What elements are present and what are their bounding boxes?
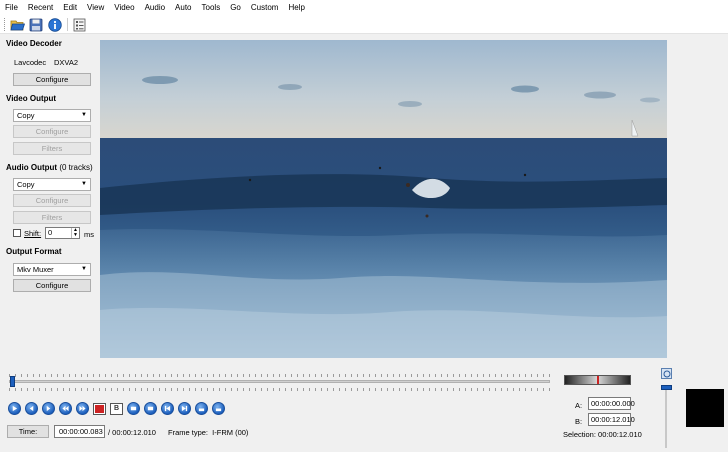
go-to-start-icon[interactable] (161, 402, 174, 415)
video-preview[interactable] (100, 40, 667, 358)
menu-edit[interactable]: Edit (58, 0, 82, 16)
timeline-ticks-bottom (9, 388, 550, 391)
previous-black-frame-icon[interactable] (127, 402, 140, 415)
next-frame-icon[interactable] (42, 402, 55, 415)
set-marker-a-icon[interactable] (93, 402, 106, 415)
toolbar-separator (67, 18, 68, 31)
timeline-track[interactable] (9, 380, 550, 383)
time-button[interactable]: Time: (7, 425, 49, 438)
menu-view[interactable]: View (82, 0, 109, 16)
selection-duration: Selection: 00:00:12.010 (563, 430, 642, 439)
timeline-ticks-top (9, 374, 550, 377)
menu-custom[interactable]: Custom (246, 0, 284, 16)
menu-go[interactable]: Go (225, 0, 246, 16)
output-format-title: Output Format (6, 247, 62, 256)
preview-box (686, 389, 724, 427)
playback-controls: B (8, 402, 225, 415)
menu-file[interactable]: File (0, 0, 23, 16)
chevron-down-icon: ▼ (81, 112, 87, 118)
left-panel: Video Decoder Lavcodec DXVA2 Configure V… (0, 34, 99, 364)
jog-shuttle-indicator (597, 376, 599, 384)
menu-audio[interactable]: Audio (140, 0, 170, 16)
audio-output-header: Audio Output (0 tracks) (6, 163, 93, 172)
go-to-marker-b-icon[interactable] (212, 402, 225, 415)
chevron-down-icon: ▼ (81, 181, 87, 187)
menu-recent[interactable]: Recent (23, 0, 58, 16)
decoder-name: Lavcodec (14, 58, 47, 67)
menubar: File Recent Edit View Video Audio Auto T… (0, 0, 728, 16)
frame-type: Frame type: I-FRM (00) (168, 428, 249, 437)
menu-tools[interactable]: Tools (197, 0, 226, 16)
open-folder-icon[interactable] (9, 17, 25, 32)
video-codec-select[interactable]: Copy ▼ (13, 109, 91, 122)
menu-video[interactable]: Video (109, 0, 139, 16)
marker-a-field[interactable]: 00:00:00.000 (588, 397, 635, 410)
next-black-frame-icon[interactable] (144, 402, 157, 415)
video-filters-button[interactable]: Filters (13, 142, 91, 155)
muxer-configure-button[interactable]: Configure (13, 279, 91, 292)
previous-frame-icon[interactable] (25, 402, 38, 415)
menu-help[interactable]: Help (283, 0, 309, 16)
set-marker-b-icon[interactable]: B (110, 402, 123, 415)
marker-b-field[interactable]: 00:00:12.010 (588, 413, 635, 426)
audio-codec-select[interactable]: Copy ▼ (13, 178, 91, 191)
info-icon[interactable] (47, 17, 63, 32)
decoder-hw: DXVA2 (54, 58, 79, 67)
chevron-down-icon: ▼ (81, 266, 87, 272)
current-time-field[interactable]: 00:00:00.083 (54, 425, 105, 438)
go-to-marker-a-icon[interactable] (195, 402, 208, 415)
audio-output-title: Audio Output (6, 163, 58, 172)
marker-b-label: B: (575, 417, 583, 426)
menu-auto[interactable]: Auto (170, 0, 196, 16)
video-codec-value: Copy (17, 111, 35, 120)
shift-unit: ms (84, 230, 94, 239)
video-output-title: Video Output (6, 94, 57, 103)
save-icon[interactable] (28, 17, 44, 32)
muxer-value: Mkv Muxer (17, 265, 54, 274)
go-to-end-icon[interactable] (178, 402, 191, 415)
properties-icon[interactable] (71, 17, 87, 32)
video-frame-image (100, 40, 667, 358)
previous-keyframe-icon[interactable] (59, 402, 72, 415)
volume-icon[interactable] (661, 368, 672, 379)
play-icon[interactable] (8, 402, 21, 415)
video-decoder-title: Video Decoder (6, 39, 62, 48)
next-keyframe-icon[interactable] (76, 402, 89, 415)
shift-spinner[interactable]: ▲ ▼ (71, 228, 79, 238)
toolbar (0, 16, 728, 34)
decoder-configure-button[interactable]: Configure (13, 73, 91, 86)
toolbar-grip[interactable] (4, 18, 6, 31)
timeline-slider-handle[interactable] (10, 376, 15, 387)
audio-configure-button[interactable]: Configure (13, 194, 91, 207)
volume-slider-handle[interactable] (661, 385, 672, 390)
total-time: / 00:00:12.010 (108, 428, 156, 437)
marker-a-label: A: (575, 401, 583, 410)
volume-track[interactable] (665, 388, 667, 448)
audio-tracks-count: (0 tracks) (59, 163, 93, 172)
muxer-select[interactable]: Mkv Muxer ▼ (13, 263, 91, 276)
audio-codec-value: Copy (17, 180, 35, 189)
audio-filters-button[interactable]: Filters (13, 211, 91, 224)
video-configure-button[interactable]: Configure (13, 125, 91, 138)
shift-checkbox[interactable] (13, 229, 21, 237)
jog-shuttle[interactable] (564, 375, 631, 385)
shift-value: 0 (48, 228, 53, 237)
shift-label: Shift: (24, 229, 42, 238)
